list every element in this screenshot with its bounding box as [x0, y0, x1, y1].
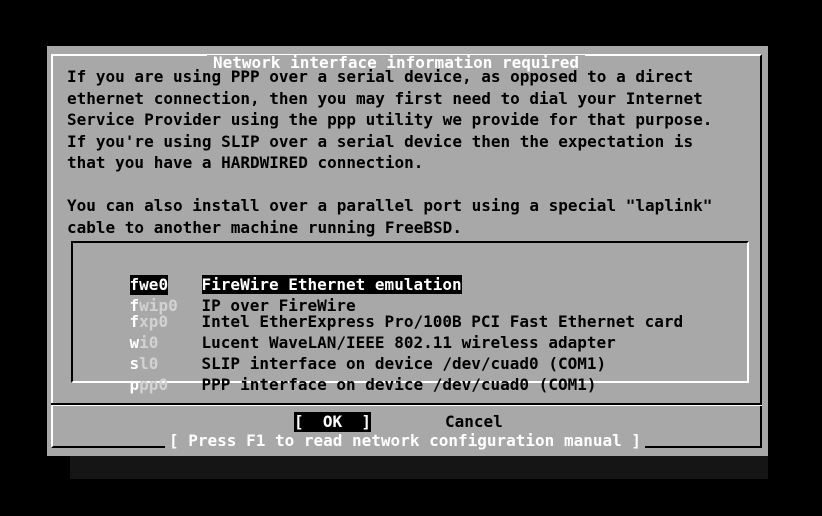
list-item-fxp0[interactable]: fxp0 Intel EtherExpress Pro/100B PCI Fast… [91, 292, 684, 331]
list-item-wi0[interactable]: wi0 Lucent WaveLAN/IEEE 802.11 wireless a… [91, 313, 616, 352]
list-item-fwe0[interactable]: fwe0 FireWire Ethernet emulation [91, 255, 462, 295]
network-interface-dialog: Network interface information required I… [47, 46, 768, 456]
cancel-button[interactable]: Cancel [445, 412, 503, 432]
list-item-ppp0[interactable]: ppp0 PPP interface on device /dev/cuad0 (… [91, 355, 597, 394]
list-item-sl0[interactable]: sl0 SLIP interface on device /dev/cuad0 (… [91, 334, 607, 373]
item-description: PPP interface on device /dev/cuad0 (COM1… [201, 375, 597, 394]
ok-button[interactable]: [ OK ] [294, 412, 372, 432]
button-divider-highlight [51, 405, 762, 406]
item-tag: ppp0 [129, 375, 169, 394]
dialog-prompt-text: If you are using PPP over a serial devic… [67, 67, 713, 237]
help-hint: [ Press F1 to read network configuration… [165, 433, 646, 449]
